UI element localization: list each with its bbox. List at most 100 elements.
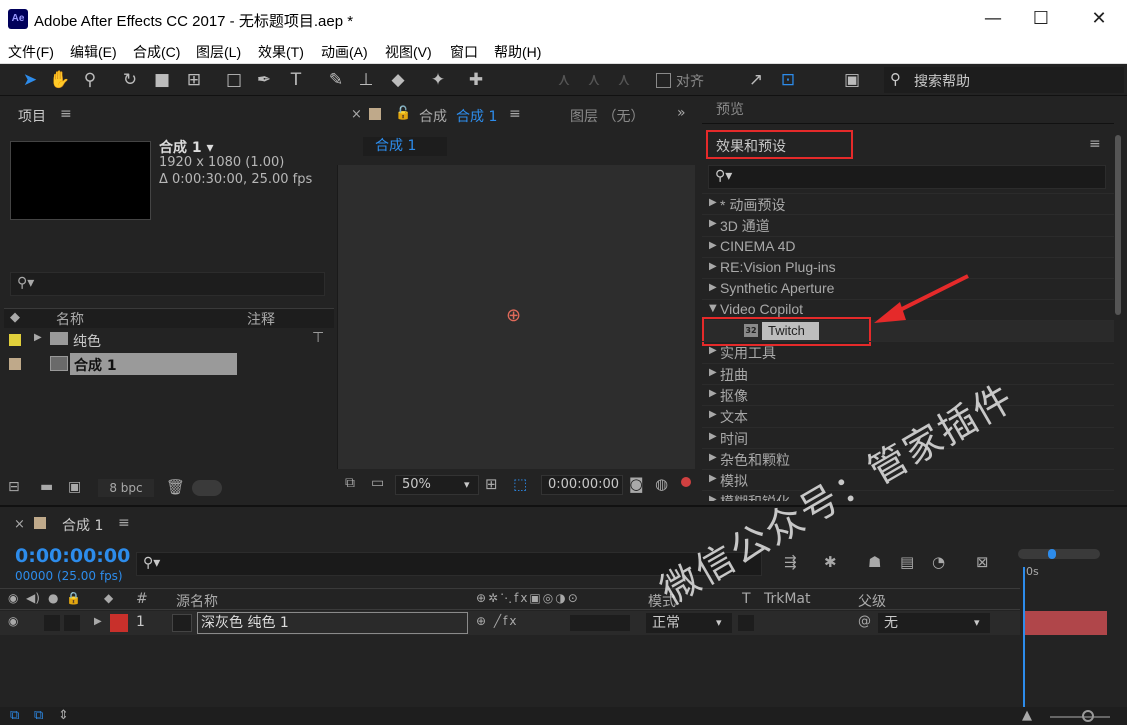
zoom-out-icon[interactable]: ▲ bbox=[1022, 708, 1032, 723]
audio-toggle-icon[interactable]: ◀) bbox=[26, 591, 40, 605]
menu-animation[interactable]: 动画(A) bbox=[321, 42, 368, 62]
maximize-button[interactable]: ☐ bbox=[1018, 4, 1064, 34]
lock-icon[interactable]: 🔒 bbox=[66, 591, 81, 605]
scrollbar-thumb[interactable] bbox=[1115, 135, 1121, 315]
eraser-tool-icon[interactable]: ◆ bbox=[386, 68, 410, 92]
work-area-bar[interactable] bbox=[1018, 549, 1100, 559]
layer-viewer-tab[interactable]: 图层 （无） bbox=[570, 106, 644, 126]
menu-composition[interactable]: 合成(C) bbox=[133, 42, 180, 62]
new-folder-icon[interactable]: ▬ bbox=[40, 479, 53, 495]
effects-category-item[interactable]: ▶ 3D 通道 bbox=[702, 214, 1114, 235]
brush-tool-icon[interactable]: ✎ bbox=[324, 68, 348, 92]
puppet-pin-tool-icon[interactable]: ✚ bbox=[464, 68, 488, 92]
panel-menu-icon[interactable]: ≡ bbox=[118, 515, 130, 531]
label-color-swatch[interactable] bbox=[9, 334, 21, 346]
more-panels-icon[interactable]: » bbox=[677, 105, 686, 121]
graph-editor-icon[interactable]: ⊠ bbox=[976, 553, 989, 571]
bit-depth-button[interactable]: 8 bpc bbox=[98, 479, 154, 497]
monitor-icon[interactable]: ▭ bbox=[371, 475, 384, 491]
view-axis-icon[interactable]: ⋏ bbox=[612, 68, 636, 92]
lock-icon[interactable]: 🔓 bbox=[395, 106, 411, 121]
hand-tool-icon[interactable]: ✋ bbox=[48, 68, 72, 92]
menu-effect[interactable]: 效果(T) bbox=[258, 42, 304, 62]
viewer-tab-label[interactable]: 合成 bbox=[419, 106, 447, 126]
menu-view[interactable]: 视图(V) bbox=[385, 42, 432, 62]
expand-triangle-icon[interactable]: ▶ bbox=[34, 332, 42, 343]
menu-window[interactable]: 窗口 bbox=[450, 42, 478, 62]
rotate-tool-icon[interactable]: ↻ bbox=[118, 68, 142, 92]
layer-row[interactable]: ◉ ▶ 1 深灰色 纯色 1 ⊕ ╱fx 正常 ▾ @ 无 ▾ bbox=[0, 611, 1020, 635]
solo-switch[interactable] bbox=[64, 615, 80, 631]
layer-label-swatch[interactable] bbox=[110, 614, 128, 632]
camera-tool-icon[interactable]: ■ bbox=[150, 68, 174, 92]
composition-canvas[interactable]: ⊕ bbox=[337, 165, 695, 469]
panel-menu-icon[interactable]: ≡ bbox=[60, 106, 72, 122]
playhead[interactable] bbox=[1023, 567, 1025, 717]
zoom-slider-track[interactable] bbox=[1050, 716, 1110, 718]
layer-switches-row-icon[interactable]: ⊕ ╱fx bbox=[476, 614, 518, 628]
scroll-handle[interactable] bbox=[192, 480, 222, 496]
pick-whip-icon[interactable]: @ bbox=[858, 614, 871, 629]
column-name[interactable]: 名称 bbox=[56, 309, 84, 329]
label-color-swatch[interactable] bbox=[9, 358, 21, 370]
column-comment[interactable]: 注释 bbox=[247, 309, 275, 329]
video-toggle-icon[interactable]: ◉ bbox=[8, 591, 18, 605]
roto-brush-tool-icon[interactable]: ✦ bbox=[426, 68, 450, 92]
viewer-timecode[interactable]: 0:00:00:00 bbox=[541, 475, 623, 495]
layer-switch-boxes[interactable] bbox=[570, 615, 630, 631]
project-tab[interactable]: 项目 bbox=[18, 106, 46, 126]
grid-guides-icon[interactable]: ⊞ bbox=[485, 475, 498, 493]
trash-icon[interactable]: 🗑 bbox=[166, 478, 185, 496]
preserve-transparency-checkbox[interactable] bbox=[738, 615, 754, 631]
pen-tool-icon[interactable]: ✒ bbox=[252, 68, 276, 92]
viewer-tab-comp[interactable]: 合成 1 bbox=[456, 106, 497, 126]
current-time-display[interactable]: 0:00:00:00 bbox=[15, 545, 130, 567]
comp-flowchart-icon[interactable]: ⇶ bbox=[784, 553, 797, 571]
motion-blur-icon[interactable]: ◔ bbox=[932, 553, 945, 571]
show-snapshot-icon[interactable]: ◍ bbox=[655, 475, 668, 493]
effects-category-item[interactable]: ▶ 扭曲 bbox=[702, 363, 1114, 384]
snap-arrow-icon[interactable]: ↗ bbox=[744, 68, 768, 92]
search-help-field[interactable]: ⚲ 搜索帮助 bbox=[884, 67, 1124, 93]
effects-category-item[interactable]: ▶ CINEMA 4D bbox=[702, 236, 1114, 257]
label-tag-icon[interactable]: ◆ bbox=[104, 591, 113, 605]
panel-menu-icon[interactable]: ≡ bbox=[509, 106, 521, 122]
blend-mode-dropdown[interactable]: 正常 ▾ bbox=[646, 613, 732, 633]
project-item-comp[interactable]: 合成 1 bbox=[4, 353, 334, 375]
interpret-footage-icon[interactable]: ⊟ bbox=[8, 479, 20, 495]
text-tool-icon[interactable]: T bbox=[284, 68, 308, 92]
project-item-folder[interactable]: ▶ 纯色 ⊤ bbox=[4, 329, 334, 351]
rectangle-tool-icon[interactable]: □ bbox=[222, 68, 246, 92]
time-ruler[interactable]: 0s bbox=[1018, 547, 1127, 587]
panel-menu-icon[interactable]: ≡ bbox=[1089, 136, 1101, 152]
timeline-tab-label[interactable]: 合成 1 bbox=[62, 515, 103, 535]
column-source-name[interactable]: 源名称 bbox=[176, 591, 218, 611]
effects-category-item[interactable]: ▶ 抠像 bbox=[702, 384, 1114, 405]
menu-edit[interactable]: 编辑(E) bbox=[70, 42, 117, 62]
in-out-toggle-icon[interactable]: ⇕ bbox=[58, 708, 69, 723]
effects-category-item[interactable]: ▶ 实用工具 bbox=[702, 341, 1114, 362]
workspace-icon[interactable]: ▣ bbox=[840, 68, 864, 92]
solo-icon[interactable]: ● bbox=[48, 591, 58, 605]
column-parent[interactable]: 父级 bbox=[858, 591, 886, 611]
zoom-tool-icon[interactable]: ⚲ bbox=[78, 68, 102, 92]
menu-help[interactable]: 帮助(H) bbox=[494, 42, 541, 62]
selection-tool-icon[interactable]: ➤ bbox=[18, 68, 42, 92]
preview-tab[interactable]: 预览 bbox=[716, 99, 744, 119]
column-trkmat[interactable]: TrkMat bbox=[764, 591, 811, 607]
zoom-slider-handle[interactable] bbox=[1082, 710, 1094, 722]
menu-layer[interactable]: 图层(L) bbox=[196, 42, 241, 62]
frame-blending-icon[interactable]: ▤ bbox=[900, 553, 914, 571]
parent-dropdown[interactable]: 无 ▾ bbox=[878, 613, 990, 633]
audio-switch[interactable] bbox=[44, 615, 60, 631]
channel-color-icon[interactable] bbox=[681, 477, 691, 487]
project-search-input[interactable]: ⚲▾ bbox=[10, 272, 325, 296]
effects-category-item[interactable]: ▶ * 动画预设 bbox=[702, 193, 1114, 214]
layer-duration-bar[interactable] bbox=[1025, 611, 1107, 635]
world-axis-icon[interactable]: ⋏ bbox=[582, 68, 606, 92]
effects-search-input[interactable]: ⚲▾ bbox=[708, 165, 1106, 189]
shy-layers-icon[interactable]: ☗ bbox=[868, 553, 881, 571]
eye-icon[interactable]: ◉ bbox=[8, 614, 18, 628]
layer-switches-toggle-icon[interactable]: ⧉ bbox=[10, 708, 19, 723]
minimize-button[interactable]: — bbox=[970, 4, 1016, 34]
